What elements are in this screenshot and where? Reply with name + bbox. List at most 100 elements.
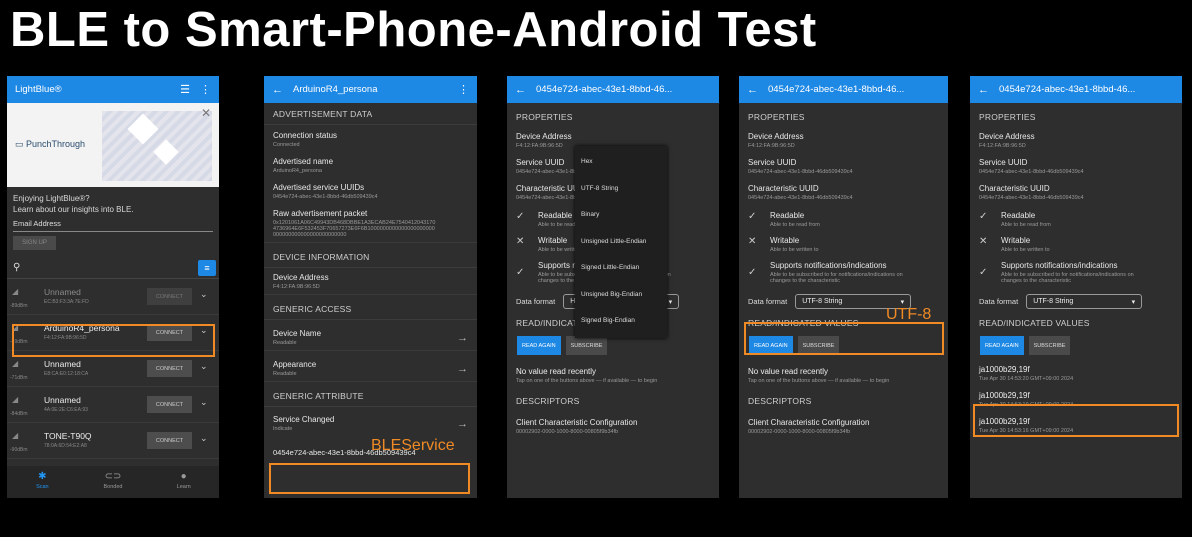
device-row[interactable]: ◢ -90dBm TONE-T90Q 78:0A:6D:54:E2:A8 CONNECT… xyxy=(7,423,219,459)
close-icon[interactable]: ✕ xyxy=(201,106,211,120)
signup-button[interactable]: SIGN UP xyxy=(13,236,56,250)
search-icon[interactable]: ⚲ xyxy=(13,262,20,273)
item-value: Able to be written to xyxy=(770,247,819,253)
device-mac: E8:CA:E0:12:18:CA xyxy=(44,371,89,377)
back-arrow-icon[interactable]: ← xyxy=(978,84,989,96)
device-mac: EC:B3:F3:3A:7E:FD xyxy=(44,299,89,305)
chevron-down-icon[interactable]: ⌄ xyxy=(200,289,208,300)
item-label: Readable xyxy=(1001,211,1036,220)
no-value-text: No value read recently xyxy=(748,367,829,376)
item-value: F4:12:FA:9B:96:5D xyxy=(748,143,795,149)
item-value: Able to be read from xyxy=(770,222,820,228)
format-menu-item[interactable]: UTF-8 String xyxy=(575,176,667,203)
data-format-value: UTF-8 String xyxy=(802,298,843,305)
item-label: Device Address xyxy=(273,273,329,282)
nav-scan[interactable]: ✱ Scan xyxy=(7,466,78,498)
section-descriptors: DESCRIPTORS xyxy=(516,396,580,406)
connect-button[interactable]: CONNECT xyxy=(147,432,192,449)
check-icon: ✓ xyxy=(516,267,525,278)
dropdown-arrow-icon: ▾ xyxy=(900,298,905,306)
chevron-down-icon[interactable]: ⌄ xyxy=(200,433,208,444)
format-menu-item[interactable]: Unsigned Big-Endian xyxy=(575,282,667,309)
overflow-menu-icon[interactable]: ⋮ xyxy=(200,83,211,96)
back-arrow-icon[interactable]: ← xyxy=(747,84,758,96)
subscribe-button[interactable]: SUBSCRIBE xyxy=(565,336,608,355)
service-uuid: Service UUID 0454e724-abec-43e1-8bbd-46db… xyxy=(970,153,1182,179)
sort-icon[interactable]: ☰ xyxy=(180,83,190,96)
item-label: Characteristic UUID xyxy=(979,184,1050,193)
chevron-down-icon[interactable]: ⌄ xyxy=(200,361,208,372)
chevron-down-icon[interactable]: ⌄ xyxy=(200,397,208,408)
device-row[interactable]: ◢ -89dBm Unnamed EC:B3:F3:3A:7E:FD CONNECT ⌄ xyxy=(7,279,219,315)
filter-icon[interactable]: ≡ xyxy=(198,260,216,276)
format-menu-item[interactable]: Hex xyxy=(575,149,667,176)
cccd-descriptor[interactable]: Client Characteristic Configuration 00002… xyxy=(507,411,719,439)
connect-button[interactable]: CONNECT xyxy=(147,288,192,305)
nav-bonded[interactable]: ⊂⊃ Bonded xyxy=(78,466,149,498)
format-menu-item[interactable]: Signed Big-Endian xyxy=(575,308,667,335)
search-bar[interactable]: ⚲ ≡ xyxy=(7,260,219,279)
app-title: 0454e724-abec-43e1-8bbd-46... xyxy=(768,84,905,95)
slide-title: BLE to Smart-Phone-Android Test xyxy=(10,3,817,57)
cccd-descriptor[interactable]: Client Characteristic Configuration 00002… xyxy=(739,411,948,439)
app-bar: ← 0454e724-abec-43e1-8bbd-46... xyxy=(739,76,948,103)
data-format-label: Data format xyxy=(516,297,556,306)
device-address: Device Address F4:12:FA:9B:96:5D xyxy=(739,127,948,153)
highlight-device-box xyxy=(12,324,215,357)
connect-button[interactable]: CONNECT xyxy=(147,396,192,413)
item-value: 00002902-0000-1000-8000-00805f9b34fb xyxy=(516,429,619,435)
phone-characteristic-menu: ← 0454e724-abec-43e1-8bbd-46... PROPERTIES… xyxy=(507,76,719,498)
read-value: ja1000b29,19f xyxy=(979,391,1030,400)
appearance-characteristic[interactable]: Appearance Readable → xyxy=(264,351,477,382)
read-again-button[interactable]: READ AGAIN xyxy=(980,336,1024,355)
app-bar: ← 0454e724-abec-43e1-8bbd-46... xyxy=(507,76,719,103)
connect-button[interactable]: CONNECT xyxy=(147,360,192,377)
device-name: Unnamed xyxy=(44,359,81,369)
overflow-menu-icon[interactable]: ⋮ xyxy=(458,83,469,96)
highlight-format-box xyxy=(744,322,944,355)
device-row[interactable]: ◢ -84dBm Unnamed 4A:0E:2E:C6:EA:93 CONNECT ⌄ xyxy=(7,387,219,423)
app-title: 0454e724-abec-43e1-8bbd-46... xyxy=(999,84,1136,95)
device-name-characteristic[interactable]: Device Name Readable → xyxy=(264,320,477,351)
signal-icon: ◢ xyxy=(12,359,19,368)
app-bar: ← 0454e724-abec-43e1-8bbd-46... xyxy=(970,76,1182,103)
data-format-select[interactable]: UTF-8 String ▾ xyxy=(1026,294,1143,309)
back-arrow-icon[interactable]: ← xyxy=(272,84,283,96)
email-field[interactable]: Email Address xyxy=(13,219,213,232)
item-value: Readable xyxy=(273,371,297,377)
check-icon: ✓ xyxy=(979,267,988,278)
read-value: ja1000b29,19f xyxy=(979,365,1030,374)
check-icon: ✓ xyxy=(748,267,757,278)
item-label: Readable xyxy=(770,211,805,220)
item-label: Characteristic UUID xyxy=(748,184,819,193)
format-menu-item[interactable]: Unsigned Little-Endian xyxy=(575,229,667,256)
app-bar: LightBlue® ☰ ⋮ xyxy=(7,76,219,103)
device-rssi: -89dBm xyxy=(10,303,28,309)
item-label: Raw advertisement packet xyxy=(273,209,368,218)
item-label: Supports notifications/indications xyxy=(1001,261,1118,270)
connection-status: Connection status Connected xyxy=(264,125,477,152)
item-value: Readable xyxy=(273,340,297,346)
read-again-button[interactable]: READ AGAIN xyxy=(517,336,561,355)
format-menu-item[interactable]: Signed Little-Endian xyxy=(575,255,667,282)
back-arrow-icon[interactable]: ← xyxy=(515,84,526,96)
format-menu-item[interactable]: Binary xyxy=(575,202,667,229)
cross-icon: ✕ xyxy=(748,236,757,247)
subscribe-button[interactable]: SUBSCRIBE xyxy=(1028,336,1071,355)
ad-banner[interactable]: ▭ PunchThrough ✕ xyxy=(7,103,219,187)
annotation-bleservice: BLEService xyxy=(371,437,455,454)
section-properties: PROPERTIES xyxy=(748,112,805,122)
readable-property: ✓ Readable Able to be read from xyxy=(970,205,1182,230)
item-value: Indicate xyxy=(273,426,293,432)
bottom-nav: ✱ Scan ⊂⊃ Bonded ● Learn xyxy=(7,466,219,498)
device-address: Device Address F4:12:FA:9B:96:5D xyxy=(264,268,477,295)
nav-learn[interactable]: ● Learn xyxy=(148,466,219,498)
service-changed-characteristic[interactable]: Service Changed Indicate → xyxy=(264,407,477,436)
notify-property: ✓Supports notifications/indicationsAble … xyxy=(739,255,948,286)
app-title: LightBlue® xyxy=(15,84,62,95)
lightbulb-icon: ● xyxy=(180,471,187,482)
forward-arrow-icon: → xyxy=(457,417,468,430)
signal-icon: ◢ xyxy=(12,287,19,296)
read-timestamp: Tue Apr 30 14:53:20 GMT+09:00 2024 xyxy=(979,376,1074,382)
section-read-values: READ/INDICATED VALUES xyxy=(979,318,1090,328)
